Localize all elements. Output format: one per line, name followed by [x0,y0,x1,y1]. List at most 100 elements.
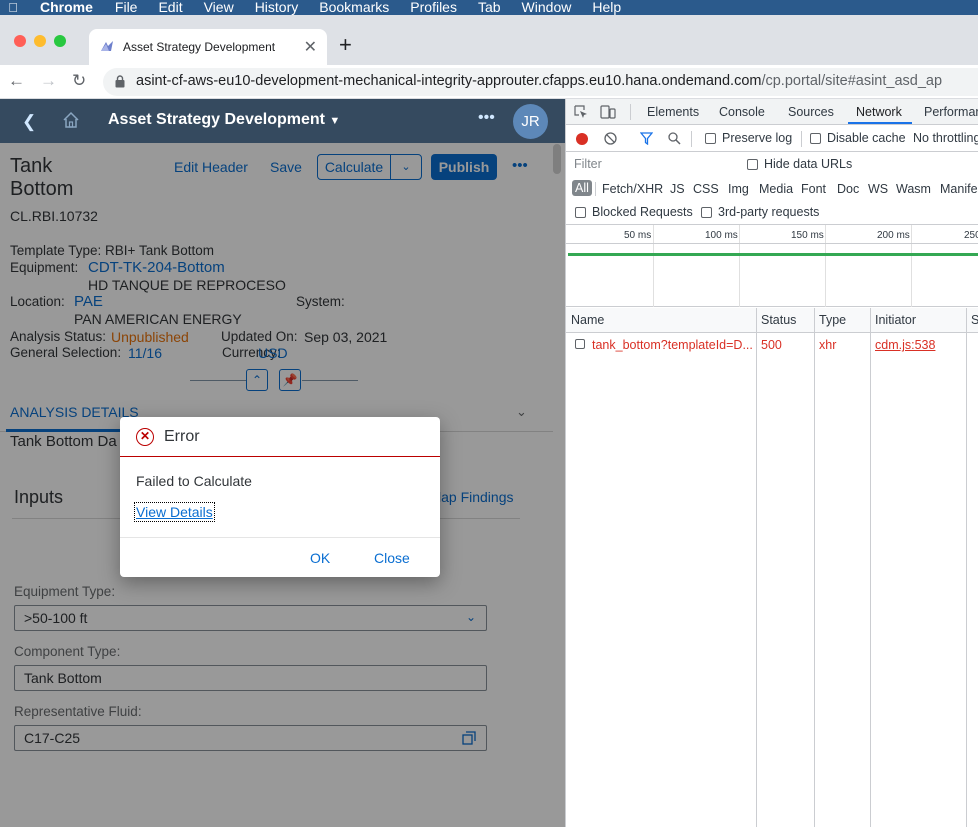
url-host: asint-cf-aws-eu10-development-mechanical… [136,73,762,89]
blocked-requests-label: Blocked Requests [592,205,693,219]
tab-elements[interactable]: Elements [647,105,699,119]
new-tab-icon[interactable]: + [339,32,352,58]
tab-performance[interactable]: Performar [924,105,978,119]
blocked-requests-checkbox[interactable] [575,207,586,218]
menu-help[interactable]: Help [592,0,621,15]
window-minimize-button[interactable] [34,35,46,47]
filter-img[interactable]: Img [728,182,749,196]
filter-js[interactable]: JS [670,182,685,196]
request-filters: Blocked Requests 3rd-party requests [566,201,978,225]
filter-css[interactable]: CSS [693,182,719,196]
ok-button[interactable]: OK [310,550,330,566]
request-initiator-link[interactable]: cdm.js:538 [875,338,935,352]
timeline-tick: 200 ms [877,230,910,241]
record-icon[interactable] [576,133,588,145]
menu-file[interactable]: File [115,0,138,15]
device-toolbar-icon[interactable] [600,104,616,120]
menu-window[interactable]: Window [522,0,572,15]
filter-input[interactable]: Filter [570,156,734,174]
forward-arrow-icon[interactable]: → [40,71,57,91]
reload-icon[interactable]: ↻ [72,71,86,91]
error-icon: ✕ [136,428,154,446]
column-divider [814,308,815,827]
hide-data-urls-label: Hide data URLs [764,157,853,171]
inspect-element-icon[interactable] [574,105,588,119]
menu-app-chrome[interactable]: Chrome [40,0,93,15]
shell-overflow-icon[interactable]: ••• [478,109,495,127]
window-zoom-button[interactable] [54,35,66,47]
filter-icon[interactable] [640,132,653,145]
tab-console[interactable]: Console [719,105,765,119]
column-initiator[interactable]: Initiator [875,313,916,327]
menu-edit[interactable]: Edit [158,0,182,15]
filter-fetch-xhr[interactable]: Fetch/XHR [602,182,663,196]
lock-icon [115,75,125,88]
menu-profiles[interactable]: Profiles [410,0,457,15]
tab-network[interactable]: Network [856,105,902,119]
menu-bookmarks[interactable]: Bookmarks [319,0,389,15]
column-name[interactable]: Name [571,313,604,327]
filter-font[interactable]: Font [801,182,826,196]
active-tab-underline [848,122,912,124]
mac-menu-bar:  Chrome File Edit View History Bookmark… [0,0,978,15]
filter-ws[interactable]: WS [868,182,888,196]
scrollbar-thumb[interactable] [553,144,561,174]
dialog-footer: OK Close [120,537,440,577]
sap-app: ❮ Asset Strategy Development ▼ ••• JR Ta… [0,99,565,827]
back-arrow-icon[interactable]: ← [8,71,25,91]
table-row[interactable]: tank_bottom?templateId=D... 500 xhr cdm.… [566,334,978,356]
dialog-message: Failed to Calculate [136,473,252,489]
preserve-log-checkbox[interactable] [705,133,716,144]
home-icon[interactable] [62,111,80,129]
filter-wasm[interactable]: Wasm [896,182,931,196]
column-status[interactable]: Status [761,313,796,327]
tab-close-icon[interactable]: ✕ [304,37,317,57]
shell-title-dropdown-icon: ▼ [329,115,341,127]
hide-data-urls-checkbox[interactable] [747,159,758,170]
type-filter-separator [595,182,596,196]
browser-toolbar: ← → ↻ asint-cf-aws-eu10-development-mech… [0,65,978,99]
third-party-label: 3rd-party requests [718,205,820,219]
column-type[interactable]: Type [819,313,846,327]
avatar[interactable]: JR [513,104,548,139]
site-favicon-icon [101,41,113,51]
timeline-request-bar [568,253,978,256]
menu-view[interactable]: View [204,0,234,15]
browser-tab[interactable]: Asset Strategy Development ✕ [89,29,327,65]
timeline-tick: 150 ms [791,230,824,241]
timeline-header-line [566,243,978,244]
page-scrollbar[interactable] [552,143,562,827]
dialog-header: ✕ Error [120,417,440,457]
clear-icon[interactable] [604,132,617,145]
search-icon[interactable] [668,132,681,145]
window-close-button[interactable] [14,35,26,47]
third-party-checkbox[interactable] [701,207,712,218]
filter-all[interactable]: All [572,180,592,196]
close-button[interactable]: Close [374,550,410,566]
menu-tab[interactable]: Tab [478,0,501,15]
shell-title[interactable]: Asset Strategy Development ▼ [108,111,340,129]
throttling-select[interactable]: No throttling [913,131,978,145]
apple-icon[interactable]:  [0,0,26,15]
filter-doc[interactable]: Doc [837,182,859,196]
disable-cache-checkbox[interactable] [810,133,821,144]
disable-cache-label: Disable cache [827,131,906,145]
request-name[interactable]: tank_bottom?templateId=D... [592,338,753,352]
shell-bar: ❮ Asset Strategy Development ▼ ••• JR [0,99,565,143]
request-status: 500 [761,338,782,352]
network-timeline-overview[interactable]: 50 ms 100 ms 150 ms 200 ms 250 [566,225,978,307]
tab-sources[interactable]: Sources [788,105,834,119]
request-document-icon [575,339,585,349]
preserve-log-label: Preserve log [722,131,793,145]
view-details-link[interactable]: View Details [134,502,215,522]
browser-tab-strip: Asset Strategy Development ✕ + [0,15,978,65]
column-divider [966,308,967,827]
filter-manifest[interactable]: Manifes [940,182,978,196]
address-bar[interactable]: asint-cf-aws-eu10-development-mechanical… [103,68,978,96]
column-size[interactable]: S [971,313,978,327]
filter-media[interactable]: Media [759,182,793,196]
menu-history[interactable]: History [255,0,299,15]
back-icon[interactable]: ❮ [22,112,36,132]
devtools-panel: Elements Console Sources Network Perform… [565,99,978,827]
dialog-title: Error [164,428,200,445]
